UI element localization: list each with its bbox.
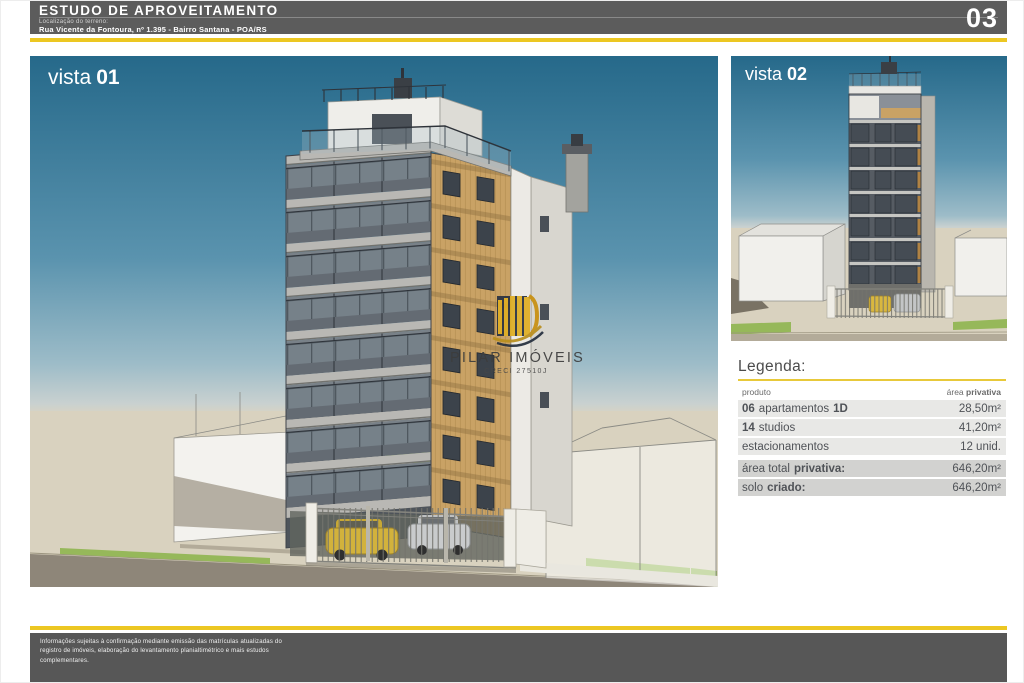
pillar-logo-icon [485, 292, 547, 348]
footer-bar: Informações sujeitas à confirmação media… [30, 633, 1007, 683]
header-divider [39, 17, 998, 18]
page-number: 03 [966, 1, 998, 34]
legend-total-solo-criado: solocriado: 646,20m² [738, 479, 1006, 496]
row-value: 28,50m² [959, 403, 1001, 415]
column-area: área privativa [947, 387, 1001, 397]
vista-01-label: vista01 [48, 66, 120, 90]
footer-accent-line [30, 626, 1007, 630]
vista-02-label: vista02 [745, 64, 807, 85]
header-accent-line [30, 38, 1007, 42]
creci-number: CRECI 27510J [450, 368, 582, 375]
row-value: 41,20m² [959, 422, 1001, 434]
legend-total-private-area: área totalprivativa: 646,20m² [738, 460, 1006, 477]
column-product: produto [742, 387, 771, 397]
legend-row-parking: estacionamentos 12 unid. [738, 438, 1006, 455]
legend-title: Legenda: [738, 358, 1006, 376]
chimney [562, 134, 592, 212]
garage-area [827, 286, 953, 318]
perimeter-fence [827, 286, 953, 318]
vista-02-panel: vista02 [731, 56, 1007, 341]
legend-row-studios: 14studios 41,20m² [738, 419, 1006, 436]
terrain-address: Rua Vicente da Fontoura, nº 1.395 - Bair… [39, 25, 267, 34]
row-value: 12 unid. [960, 441, 1001, 453]
legend-column-headers: produto área privativa [738, 385, 1006, 400]
vista-01-panel: vista01 [30, 56, 718, 587]
header-bar: ESTUDO DE APROVEITAMENTO Localização do … [30, 1, 1007, 34]
vista-number: 02 [787, 64, 807, 84]
vista-number: 01 [96, 66, 119, 89]
balcony-facade [286, 144, 431, 548]
vista-01-rendering [30, 56, 718, 587]
legend-row-apartments: 06apartamentos1D 28,50m² [738, 400, 1006, 417]
vista-word: vista [745, 64, 782, 84]
brand-name: PILAR IMÓVEIS [450, 350, 582, 366]
legend: Legenda: produto área privativa 06aparta… [738, 358, 1006, 498]
vista-02-rendering [731, 56, 1007, 341]
total-value: 646,20m² [952, 482, 1001, 494]
watermark: PILAR IMÓVEIS CRECI 27510J [450, 292, 582, 375]
presentation-page: ESTUDO DE APROVEITAMENTO Localização do … [0, 0, 1024, 683]
vista-word: vista [48, 66, 91, 89]
page-title: ESTUDO DE APROVEITAMENTO [39, 3, 278, 18]
footer-disclaimer: Informações sujeitas à confirmação media… [40, 638, 300, 666]
total-value: 646,20m² [952, 463, 1001, 475]
legend-underline [738, 379, 1006, 381]
right-neighbor-building [955, 230, 1007, 296]
